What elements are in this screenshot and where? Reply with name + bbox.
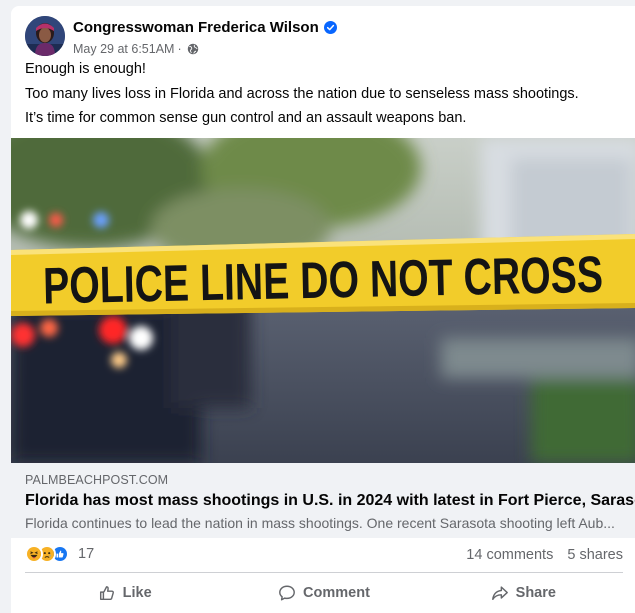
share-count[interactable]: 5 shares [567, 547, 623, 563]
post-text-line: Too many lives loss in Florida and acros… [25, 85, 579, 102]
share-icon [491, 586, 508, 601]
divider [25, 572, 623, 573]
tape-text: POLICE LINE DO NOT CROSS [43, 246, 604, 315]
comment-button[interactable]: Comment [224, 577, 423, 609]
link-preview-image[interactable]: POLICE LINE DO NOT CROSS [11, 138, 635, 463]
action-bar: Like Comment Share [25, 577, 623, 609]
link-preview-footer[interactable]: PALMBEACHPOST.COM Florida has most mass … [11, 463, 635, 538]
like-icon [99, 586, 114, 601]
verified-badge-icon [323, 21, 337, 34]
meta-separator: · [177, 42, 182, 56]
author-avatar[interactable] [25, 16, 65, 56]
post-stats: 17 14 comments 5 shares [25, 540, 623, 570]
post-timestamp[interactable]: May 29 at 6:51AM [73, 42, 174, 56]
comment-label: Comment [303, 585, 370, 601]
post-text: Enough is enough! Too many lives loss in… [25, 61, 625, 135]
post-card: Congresswoman Frederica Wilson May 29 at… [11, 6, 635, 613]
reaction-count[interactable]: 17 [78, 546, 94, 562]
comment-count[interactable]: 14 comments [466, 547, 553, 563]
author-name[interactable]: Congresswoman Frederica Wilson [73, 19, 319, 36]
post-text-line: Enough is enough! [25, 61, 146, 77]
like-label: Like [122, 585, 152, 601]
share-label: Share [515, 585, 556, 601]
haha-reaction-icon [25, 545, 43, 563]
post-text-line: It’s time for common sense gun control a… [25, 110, 467, 126]
link-headline[interactable]: Florida has most mass shootings in U.S. … [25, 492, 635, 510]
like-button[interactable]: Like [25, 577, 224, 609]
share-button[interactable]: Share [424, 577, 623, 609]
reaction-summary[interactable]: 17 [25, 545, 94, 563]
link-description: Florida continues to lead the nation in … [25, 515, 615, 531]
link-domain: PALMBEACHPOST.COM [25, 473, 169, 487]
globe-icon[interactable] [187, 43, 199, 55]
post-header: Congresswoman Frederica Wilson May 29 at… [25, 16, 585, 56]
comment-icon [279, 585, 295, 601]
